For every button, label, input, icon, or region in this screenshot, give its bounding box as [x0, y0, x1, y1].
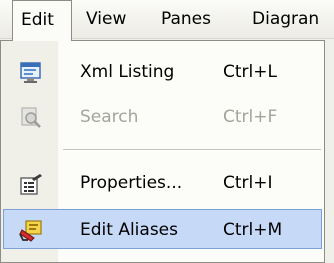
menu-diagram[interactable]: Diagran [252, 0, 319, 38]
menu-item-shortcut: Ctrl+M [223, 220, 283, 240]
edit-aliases-icon [18, 217, 44, 242]
menu-bar: Edit View Panes Diagran [0, 0, 334, 41]
menu-edit[interactable]: Edit [12, 0, 72, 41]
menu-item-shortcut: Ctrl+I [223, 173, 273, 193]
xml-listing-icon [18, 60, 44, 84]
menu-item-properties[interactable]: Properties... Ctrl+I [3, 163, 322, 203]
edit-dropdown-menu: Xml Listing Ctrl+L Search Ctrl+F Propert… [0, 40, 325, 263]
menu-item-edit-aliases[interactable]: Edit Aliases Ctrl+M [3, 209, 322, 249]
menu-item-label: Properties... [80, 173, 183, 193]
menu-separator-highlight [63, 150, 321, 151]
menu-item-xml-listing[interactable]: Xml Listing Ctrl+L [3, 52, 322, 92]
menu-item-search[interactable]: Search Ctrl+F [3, 97, 322, 137]
menu-item-label: Search [80, 107, 139, 127]
search-icon [18, 105, 44, 129]
menu-item-label: Edit Aliases [80, 220, 178, 240]
menu-panes[interactable]: Panes [161, 0, 211, 38]
menu-item-shortcut: Ctrl+F [223, 107, 278, 127]
menu-view[interactable]: View [86, 0, 126, 38]
properties-icon [18, 171, 44, 195]
menu-item-shortcut: Ctrl+L [223, 62, 277, 82]
menu-item-label: Xml Listing [80, 62, 175, 82]
